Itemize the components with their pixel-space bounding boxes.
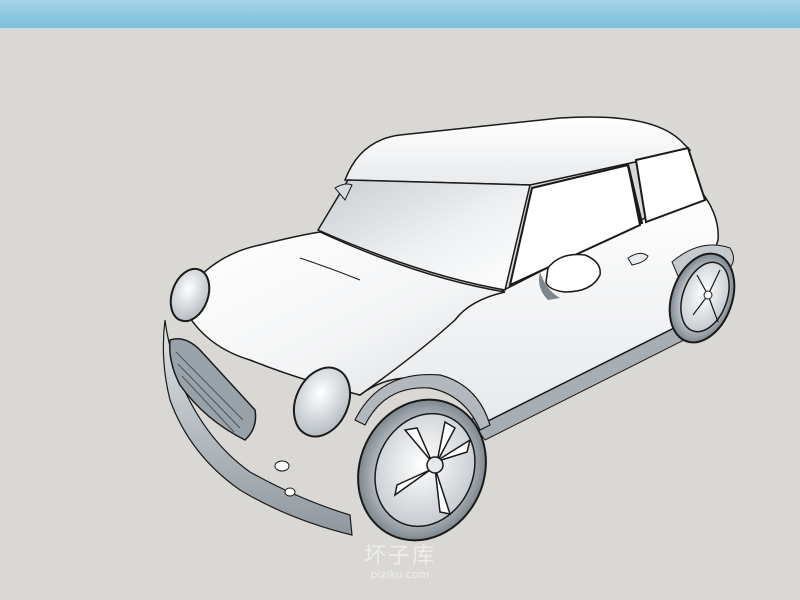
car-model[interactable] xyxy=(0,0,800,600)
3d-viewport[interactable]: 坏子库 piziku.com xyxy=(0,0,800,600)
